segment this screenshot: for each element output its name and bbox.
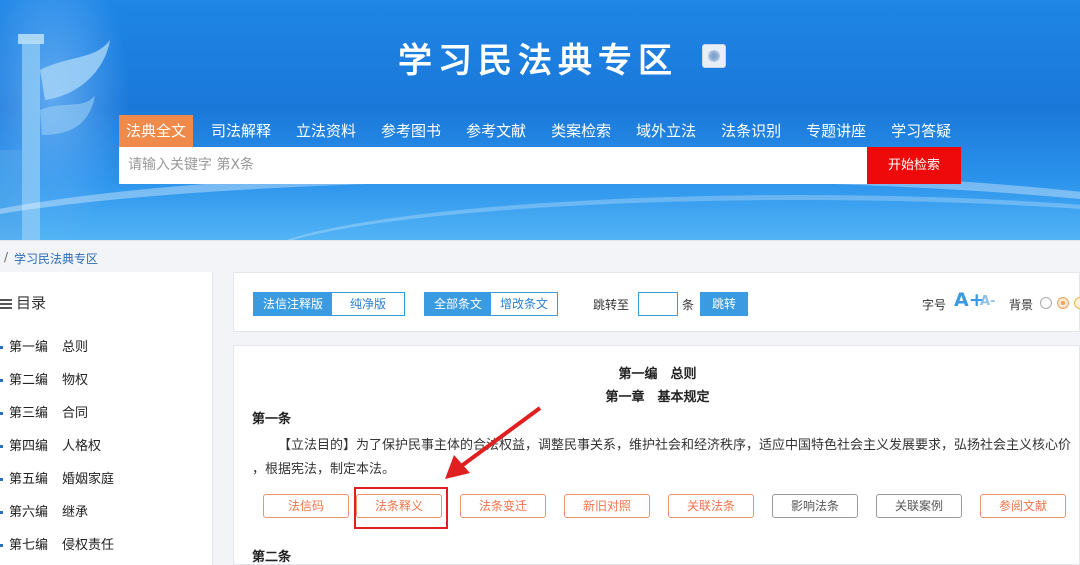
toc-item-part2[interactable]: 第二编 物权 <box>0 369 114 402</box>
bg-yellow-radio[interactable] <box>1074 297 1080 309</box>
toc-item-part7[interactable]: 第七编 侵权责任 <box>0 534 114 565</box>
toc-heading-label: 目录 <box>16 294 47 312</box>
nav-tab-recognition[interactable]: 法条识别 <box>714 115 788 147</box>
nav-tab-cases[interactable]: 类案检索 <box>544 115 618 147</box>
breadcrumb-separator: / <box>4 250 9 264</box>
menu-icon <box>0 298 12 309</box>
toc-item-part4[interactable]: 第四编 人格权 <box>0 435 114 468</box>
reader-toolbar: 法信注释版 纯净版 全部条文 增改条文 跳转至 条 跳转 字号 A+ A- 背景 <box>233 272 1080 332</box>
toc-item-part5[interactable]: 第五编 婚姻家庭 <box>0 468 114 501</box>
nav-tab-legislative[interactable]: 立法资料 <box>289 115 363 147</box>
version-toggle: 法信注释版 纯净版 <box>253 292 406 316</box>
toc-sidebar: 目录 第一编 总则 第二编 物权 第三编 合同 第四编 人格权 第五编 婚姻家庭 第六编继… <box>0 272 213 565</box>
main-nav: 法典全文 司法解释 立法资料 参考图书 参考文献 类案检索 域外立法 法条识别 … <box>119 115 969 147</box>
part-title: 第一编 总则 <box>618 367 697 382</box>
reference-literature-button[interactable]: 参阅文献 <box>980 494 1066 518</box>
toc-item-part3[interactable]: 第三编 合同 <box>0 402 114 435</box>
annotated-version-button[interactable]: 法信注释版 <box>254 293 333 315</box>
scope-toggle: 全部条文 增改条文 <box>424 292 559 316</box>
affected-articles-button[interactable]: 影响法条 <box>772 494 858 518</box>
toc-item-part6[interactable]: 第六编 继承 <box>0 501 114 534</box>
bullet-icon <box>0 478 3 481</box>
toc-heading[interactable]: 目录 <box>0 292 46 313</box>
toc-list: 第一编 总则 第二编 物权 第三编 合同 第四编 人格权 第五编 婚姻家庭 第六编 继承 第… <box>0 336 114 565</box>
related-articles-button[interactable]: 关联法条 <box>668 494 754 518</box>
site-title: 学习民法典专区 <box>398 41 678 81</box>
plain-version-button[interactable]: 纯净版 <box>332 293 405 315</box>
chapter-title: 第一章 基本规定 <box>605 390 710 405</box>
font-decrease-icon[interactable]: A- <box>980 294 995 309</box>
related-cases-button[interactable]: 关联案例 <box>876 494 962 518</box>
bullet-icon <box>0 445 3 448</box>
toc-item-part1[interactable]: 第一编 总则 <box>0 336 114 369</box>
all-articles-button[interactable]: 全部条文 <box>425 293 492 315</box>
font-size-label: 字号 <box>922 298 947 312</box>
highlight-box <box>354 487 448 529</box>
bullet-icon <box>0 346 3 349</box>
faxin-code-button[interactable]: 法信码 <box>263 494 349 518</box>
search-input[interactable]: 请输入关键字 第X条 <box>119 147 867 184</box>
background-label: 背景 <box>1009 298 1034 312</box>
header-banner: 学习民法典专区 法典全文 司法解释 立法资料 参考图书 参考文献 类案检索 域外… <box>0 0 1080 240</box>
bg-beige-radio[interactable] <box>1057 297 1069 309</box>
breadcrumb: / 学习民法典专区 <box>0 240 1080 272</box>
law-content: 第一编 总则 第一章 基本规定 第一条 【立法目的】为了保护民事主体的合法权益，… <box>233 345 1080 565</box>
old-new-comparison-button[interactable]: 新旧对照 <box>564 494 650 518</box>
nav-tab-foreign[interactable]: 域外立法 <box>629 115 703 147</box>
bullet-icon <box>0 412 3 415</box>
jump-unit: 条 <box>682 298 695 312</box>
article-history-button[interactable]: 法条变迁 <box>460 494 546 518</box>
nav-tab-judicial[interactable]: 司法解释 <box>204 115 278 147</box>
bullet-icon <box>0 511 3 514</box>
nav-tab-books[interactable]: 参考图书 <box>374 115 448 147</box>
article-2-title: 第二条 <box>252 550 292 565</box>
bg-white-radio[interactable] <box>1040 297 1052 309</box>
jump-article-input[interactable] <box>638 292 678 316</box>
article-text: 【立法目的】为了保护民事主体的合法权益，调整民事关系，维护社会和经济秩序，适应中… <box>252 438 1072 477</box>
search-button[interactable]: 开始检索 <box>867 147 961 184</box>
breadcrumb-current[interactable]: 学习民法典专区 <box>14 250 98 267</box>
nav-tab-fulltext[interactable]: 法典全文 <box>119 115 194 147</box>
jump-button[interactable]: 跳转 <box>700 292 748 316</box>
nav-tab-lectures[interactable]: 专题讲座 <box>799 115 873 147</box>
emblem-icon <box>702 44 726 68</box>
bullet-icon <box>0 379 3 382</box>
article-title: 第一条 <box>252 412 292 427</box>
nav-tab-literature[interactable]: 参考文献 <box>459 115 533 147</box>
amended-articles-button[interactable]: 增改条文 <box>491 293 558 315</box>
bullet-icon <box>0 544 3 547</box>
jump-label: 跳转至 <box>593 298 630 312</box>
red-arrow-icon <box>445 406 542 479</box>
nav-tab-qa[interactable]: 学习答疑 <box>884 115 958 147</box>
